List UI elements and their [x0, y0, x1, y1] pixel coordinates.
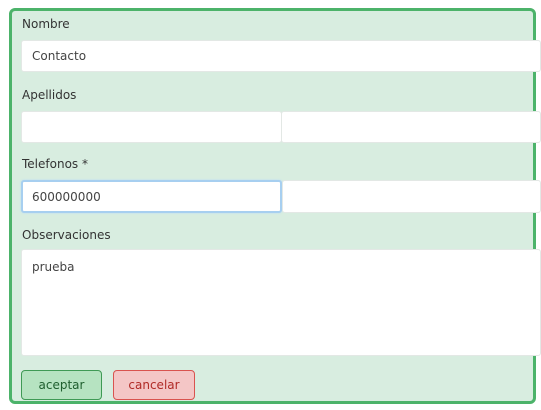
- accept-button[interactable]: aceptar: [21, 370, 102, 400]
- telefono1-input[interactable]: [21, 180, 282, 213]
- telefono2-input[interactable]: [282, 180, 541, 213]
- apellido2-input[interactable]: [281, 111, 541, 143]
- telefonos-label: Telefonos *: [22, 157, 88, 171]
- contact-form-panel: Nombre Apellidos Telefonos * Observacion…: [9, 8, 541, 404]
- observaciones-label: Observaciones: [22, 228, 111, 242]
- nombre-input[interactable]: [21, 40, 541, 72]
- cancel-button[interactable]: cancelar: [113, 370, 195, 400]
- apellido1-input[interactable]: [21, 111, 282, 143]
- apellidos-label: Apellidos: [22, 88, 77, 102]
- nombre-label: Nombre: [22, 17, 70, 31]
- observaciones-textarea[interactable]: prueba: [21, 249, 541, 356]
